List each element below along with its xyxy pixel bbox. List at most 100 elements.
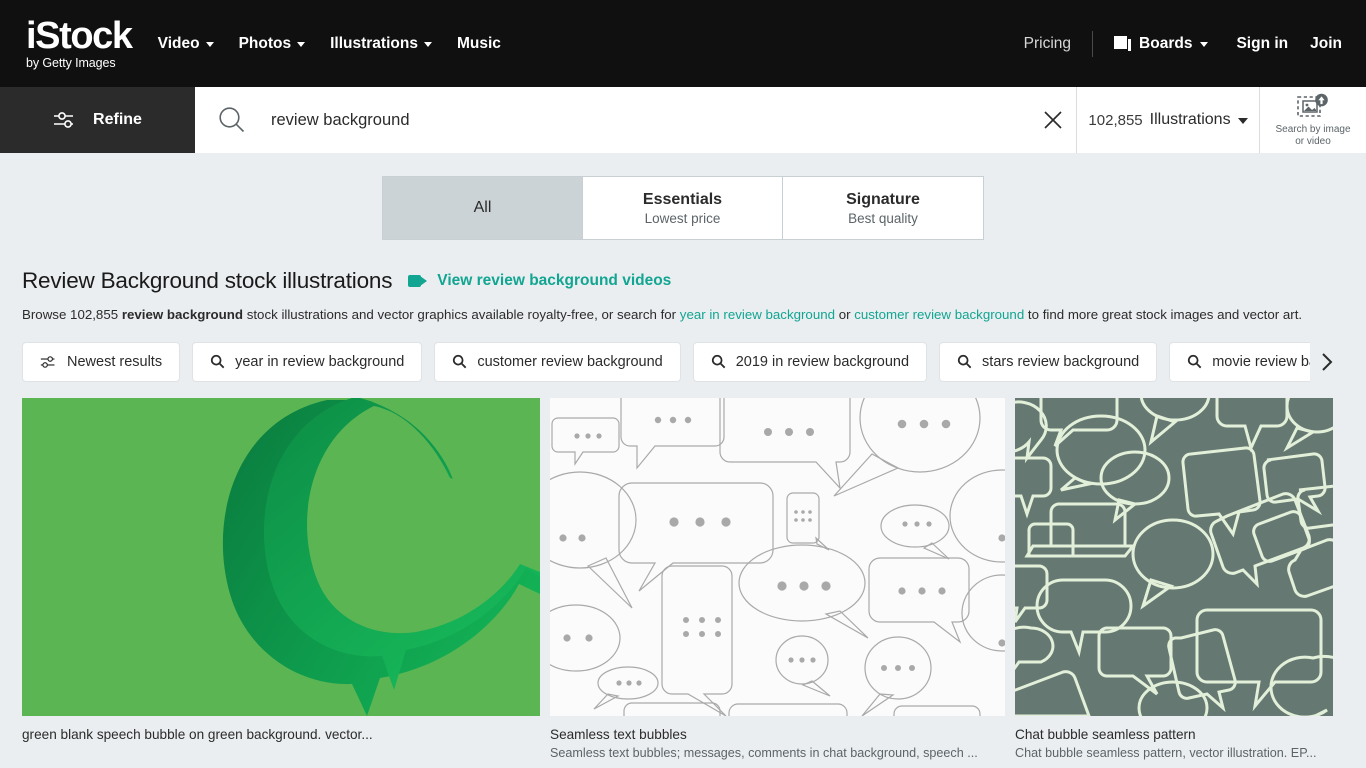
main-content: Review Background stock illustrations Vi…	[0, 268, 1366, 760]
chips-next-button[interactable]	[1310, 341, 1344, 382]
chip-scroller[interactable]: Newest results year in review background…	[22, 341, 1311, 383]
browse-keyword: review background	[121, 307, 244, 322]
search-input[interactable]	[247, 110, 1030, 130]
chevron-right-icon	[1322, 352, 1333, 371]
view-videos-link[interactable]: View review background videos	[408, 272, 671, 290]
tab-subtitle: Lowest price	[644, 210, 721, 226]
sliders-icon	[40, 355, 55, 368]
tab-essentials[interactable]: Essentials Lowest price	[583, 177, 783, 239]
chip-label: year in review background	[235, 353, 405, 370]
search-by-image-button[interactable]: Search by image or video	[1260, 87, 1366, 153]
nav-item-label: Photos	[238, 34, 292, 52]
chip-stars-review-background[interactable]: stars review background	[939, 341, 1158, 382]
result-subtitle: Chat bubble seamless pattern, vector ill…	[1015, 745, 1317, 760]
chat-bubble-seamless-pattern-illustration	[1015, 397, 1345, 716]
chip-customer-review-background[interactable]: customer review background	[434, 341, 681, 382]
search-icon	[219, 107, 245, 133]
refine-button[interactable]: Refine	[0, 87, 195, 153]
related-search-chips: Newest results year in review background…	[22, 341, 1344, 383]
join-link[interactable]: Join	[1310, 35, 1342, 53]
logo-tagline: by Getty Images	[26, 56, 116, 71]
refine-label: Refine	[93, 111, 142, 128]
boards-menu[interactable]: Boards	[1114, 35, 1236, 53]
chip-label: 2019 in review background	[735, 353, 910, 370]
video-camera-icon	[408, 275, 428, 287]
nav-item-photos[interactable]: Photos	[239, 35, 306, 53]
result-card[interactable]: Chat bubble seamless pattern Chat bubble…	[1015, 397, 1345, 760]
chip-movie-review-background[interactable]: movie review background	[1169, 341, 1311, 382]
chip-label: movie review background	[1212, 353, 1311, 370]
chevron-down-icon	[1237, 118, 1248, 124]
nav-item-video[interactable]: Video	[158, 35, 214, 53]
browse-prefix: Browse	[22, 307, 71, 322]
search-by-image-label: Search by image or video	[1275, 124, 1350, 148]
browse-suffix: to find more great stock images and vect…	[1024, 307, 1303, 322]
image-upload-icon	[1297, 93, 1328, 117]
chip-label: stars review background	[982, 353, 1140, 370]
license-tabs-wrapper: All Essentials Lowest price Signature Be…	[0, 153, 1366, 240]
result-count: 102,855	[1088, 111, 1143, 129]
search-bar: Refine 102,855 Illustrations	[0, 87, 1366, 153]
tab-all[interactable]: All	[383, 177, 583, 239]
chip-label: customer review background	[477, 353, 663, 370]
primary-nav: Video Photos Illustrations Music	[158, 35, 501, 53]
result-subtitle: Seamless text bubbles; messages, comment…	[550, 745, 978, 760]
view-videos-label: View review background videos	[437, 272, 672, 289]
browse-middle: stock illustrations and vector graphics …	[243, 307, 680, 322]
result-thumbnail[interactable]	[22, 397, 540, 716]
secondary-nav: Pricing Boards Sign in Join	[1024, 30, 1342, 57]
search-icon	[453, 355, 467, 369]
boards-label: Boards	[1139, 34, 1193, 52]
nav-item-label: Music	[456, 34, 501, 52]
browse-count: 102,855	[70, 307, 119, 322]
boards-icon	[1114, 35, 1132, 52]
nav-item-illustrations[interactable]: Illustrations	[330, 35, 432, 53]
search-icon	[210, 355, 225, 369]
result-card[interactable]: Seamless text bubbles Seamless text bubb…	[550, 397, 1005, 760]
chevron-down-icon	[297, 42, 306, 47]
pricing-link[interactable]: Pricing	[1024, 35, 1092, 53]
clear-search-button[interactable]	[1030, 109, 1076, 131]
chip-year-in-review-background[interactable]: year in review background	[192, 341, 423, 382]
result-card[interactable]: green blank speech bubble on green backg…	[22, 397, 540, 746]
tab-title: Signature	[846, 190, 920, 208]
asset-type-dropdown[interactable]: 102,855 Illustrations	[1077, 87, 1260, 153]
nav-item-label: Illustrations	[330, 34, 418, 52]
result-title[interactable]: Seamless text bubbles	[550, 727, 1005, 742]
result-thumbnail[interactable]	[1015, 397, 1345, 716]
chevron-down-icon	[1200, 42, 1209, 47]
tab-title: Essentials	[642, 190, 723, 208]
result-title[interactable]: green blank speech bubble on green backg…	[22, 727, 540, 742]
chip-2019-in-review-background[interactable]: 2019 in review background	[692, 341, 928, 382]
browse-link-customer-review[interactable]: customer review background	[854, 307, 1024, 322]
tab-subtitle: Best quality	[848, 210, 918, 226]
istock-logo[interactable]: iStock by Getty Images	[26, 15, 133, 71]
search-icon	[711, 355, 726, 369]
search-icon	[957, 355, 972, 369]
tab-title: All	[473, 199, 492, 216]
nav-divider	[1092, 30, 1094, 57]
search-by-image-line2: or video	[1295, 135, 1331, 147]
result-thumbnail[interactable]	[550, 397, 1005, 716]
close-icon	[1044, 111, 1062, 129]
browse-or: or	[835, 307, 855, 322]
chip-newest-results[interactable]: Newest results	[22, 341, 181, 382]
browse-link-year-in-review[interactable]: year in review background	[680, 307, 835, 322]
green-speech-bubble-illustration	[22, 397, 540, 716]
nav-item-music[interactable]: Music	[457, 35, 501, 53]
tab-signature[interactable]: Signature Best quality	[783, 177, 983, 239]
asset-type-label: Illustrations	[1149, 111, 1231, 128]
results-grid: green blank speech bubble on green backg…	[22, 397, 1345, 760]
search-icon	[1188, 355, 1202, 369]
page-title: Review Background stock illustrations	[22, 268, 393, 293]
chevron-down-icon	[423, 42, 432, 47]
nav-item-label: Video	[157, 34, 200, 52]
sliders-icon	[54, 112, 74, 128]
chip-label: Newest results	[67, 353, 163, 370]
seamless-text-bubbles-illustration	[550, 397, 1005, 716]
sign-in-link[interactable]: Sign in	[1236, 35, 1310, 53]
logo-wordmark: iStock	[26, 15, 133, 58]
browse-description: Browse 102,855 review background stock i…	[22, 306, 1344, 325]
result-title[interactable]: Chat bubble seamless pattern	[1015, 727, 1345, 742]
license-tabs: All Essentials Lowest price Signature Be…	[382, 176, 984, 240]
